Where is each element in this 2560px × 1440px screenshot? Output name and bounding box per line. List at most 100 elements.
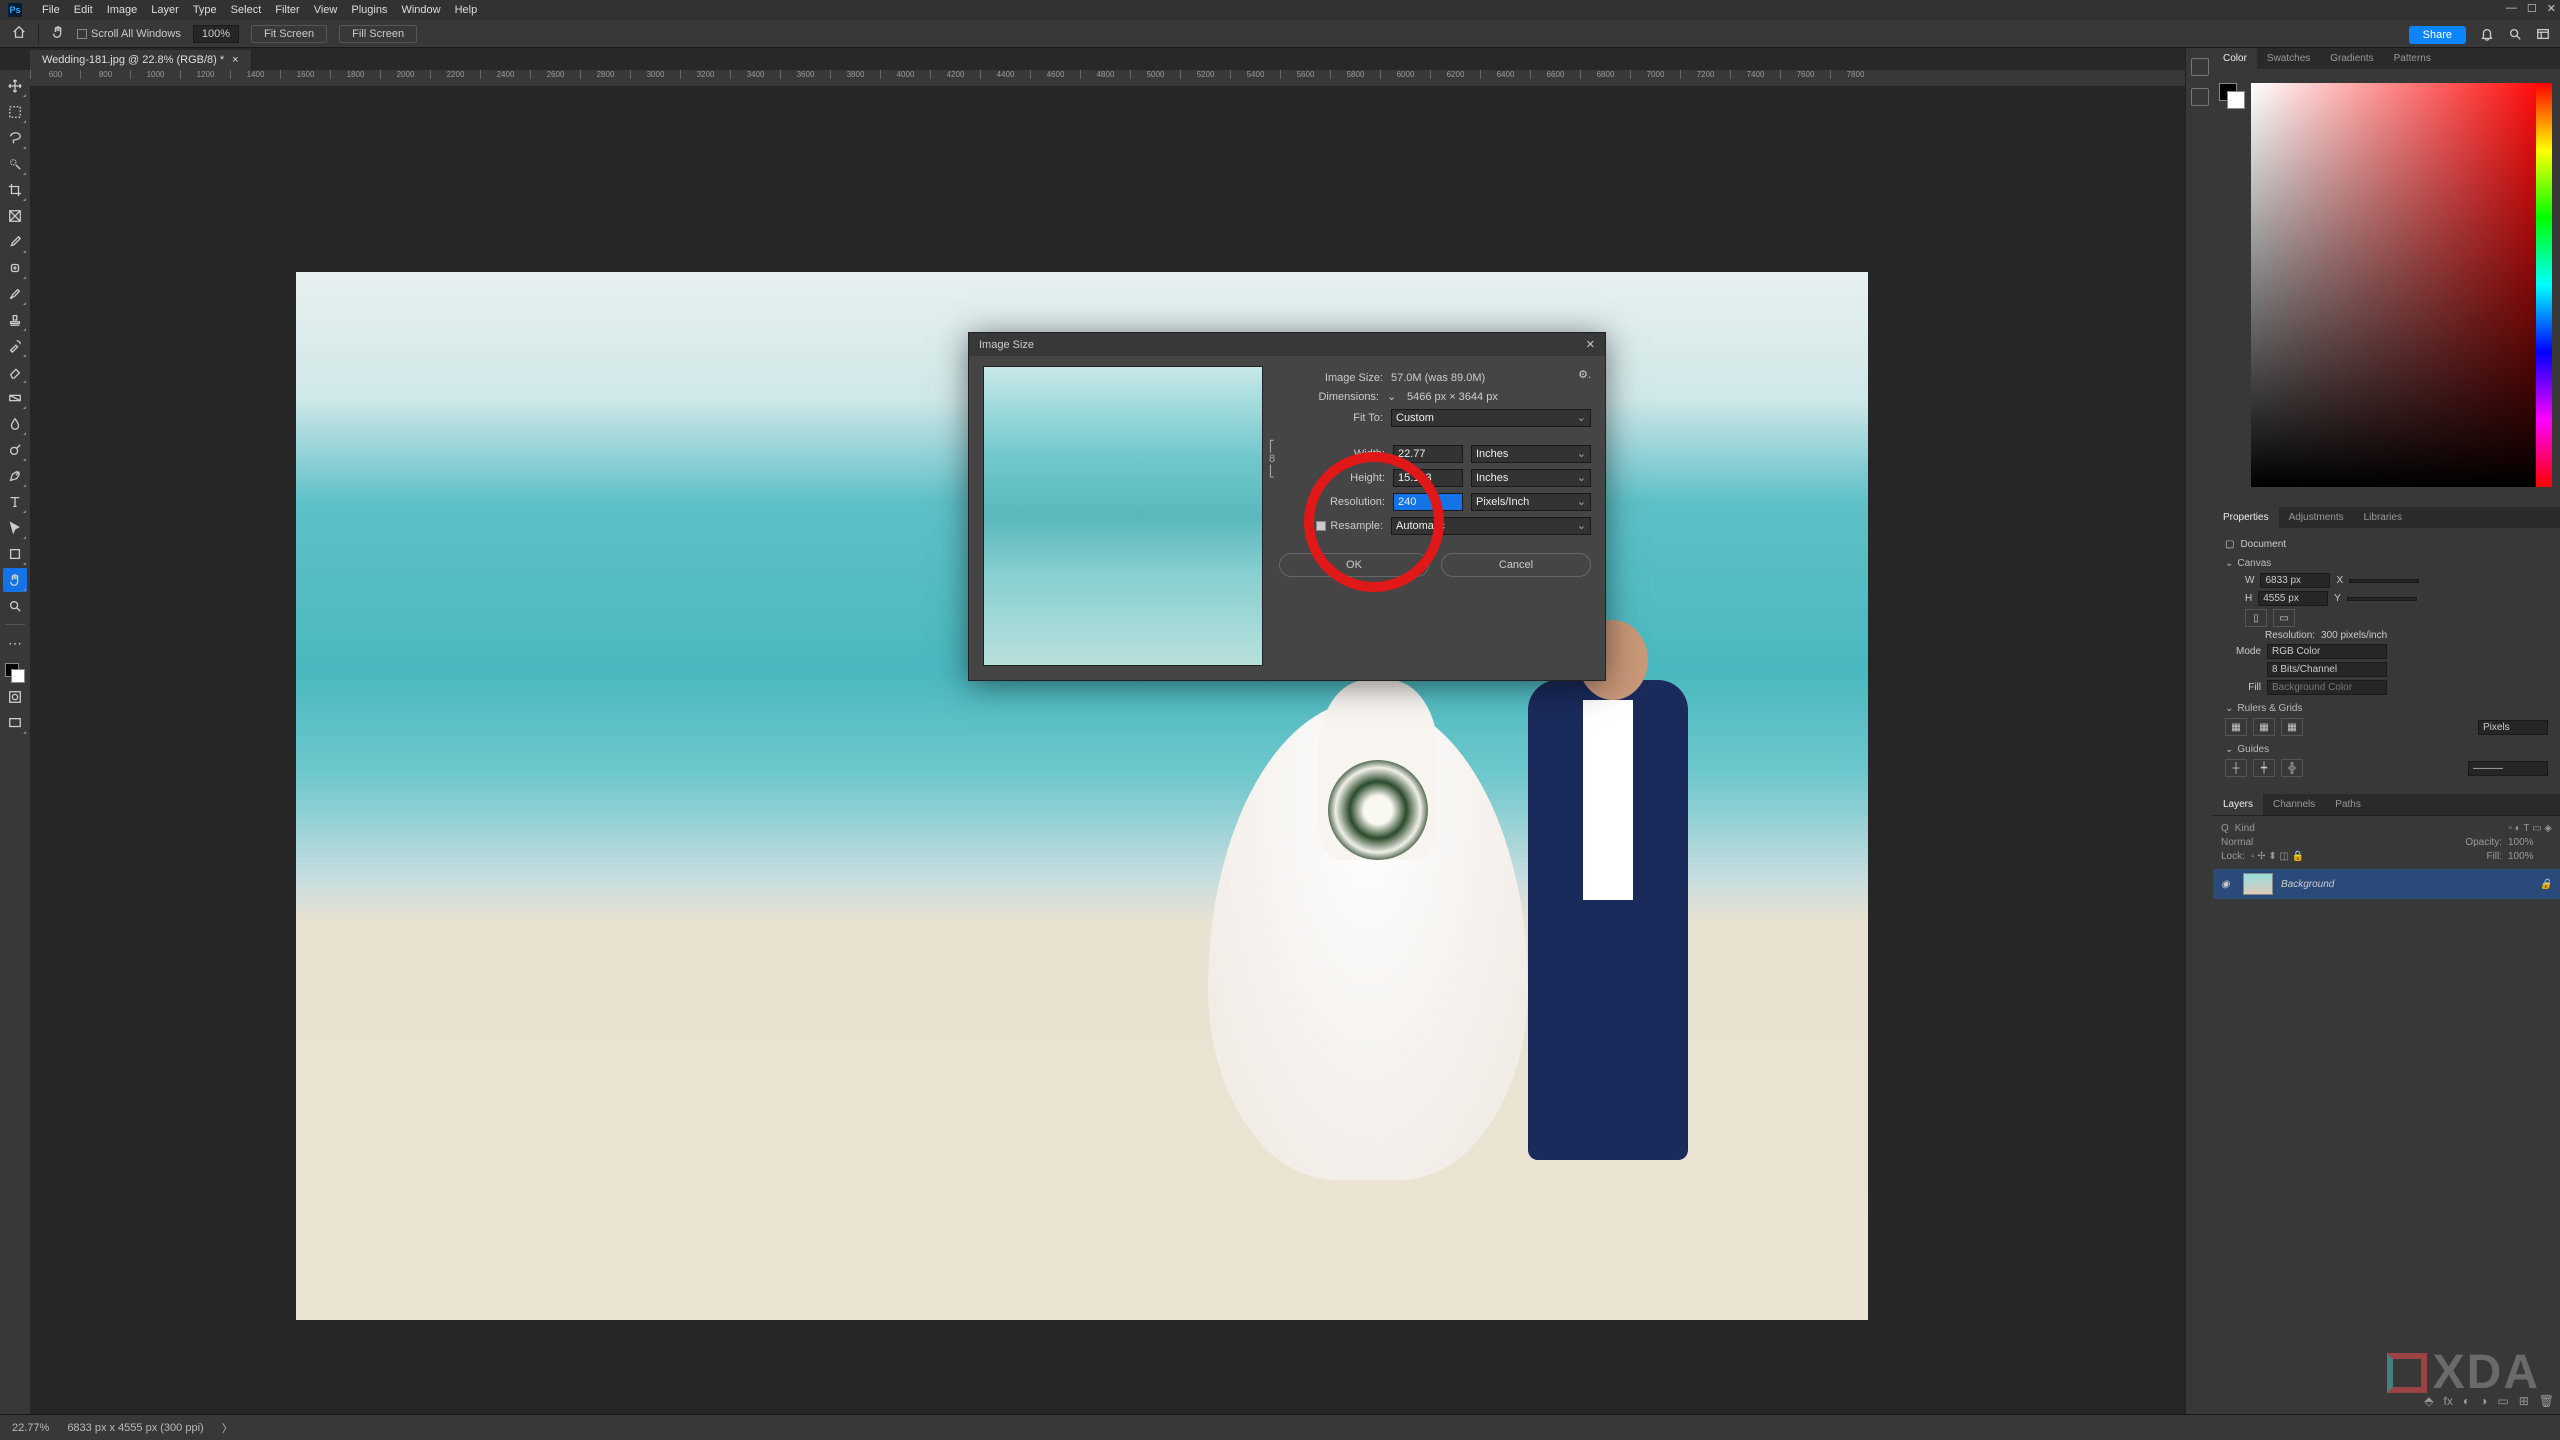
blur-tool[interactable]: [3, 412, 27, 436]
type-tool[interactable]: [3, 490, 27, 514]
height-units-select[interactable]: Inches: [1471, 469, 1591, 487]
close-icon[interactable]: ✕: [2547, 2, 2556, 15]
portrait-icon[interactable]: ▯: [2245, 609, 2267, 627]
menu-select[interactable]: Select: [231, 4, 262, 16]
tab-gradients[interactable]: Gradients: [2320, 48, 2383, 69]
workspace-icon[interactable]: [2536, 27, 2550, 44]
healing-tool[interactable]: [3, 256, 27, 280]
guide-icon[interactable]: ┿: [2253, 759, 2275, 777]
panel-icon[interactable]: [2191, 58, 2209, 76]
tab-adjustments[interactable]: Adjustments: [2279, 507, 2354, 528]
guide-icon[interactable]: ╬: [2281, 759, 2303, 777]
menu-edit[interactable]: Edit: [74, 4, 93, 16]
menu-layer[interactable]: Layer: [151, 4, 179, 16]
zoom-level-input[interactable]: 100%: [193, 25, 239, 43]
panel-icon[interactable]: [2191, 88, 2209, 106]
opacity-input[interactable]: 100%: [2508, 837, 2552, 848]
eraser-tool[interactable]: [3, 360, 27, 384]
width-input[interactable]: 22.77: [1393, 445, 1463, 463]
tab-color[interactable]: Color: [2213, 48, 2257, 69]
pen-tool[interactable]: [3, 464, 27, 488]
ruler-mode-icon[interactable]: ▦: [2225, 718, 2247, 736]
menu-plugins[interactable]: Plugins: [351, 4, 387, 16]
resolution-input[interactable]: 240: [1393, 493, 1463, 511]
resample-checkbox[interactable]: [1316, 521, 1326, 531]
path-select-tool[interactable]: [3, 516, 27, 540]
move-tool[interactable]: [3, 74, 27, 98]
menu-image[interactable]: Image: [107, 4, 138, 16]
menu-window[interactable]: Window: [401, 4, 440, 16]
hand-tool[interactable]: [3, 568, 27, 592]
status-dimensions[interactable]: 6833 px x 4555 px (300 ppi): [67, 1422, 203, 1434]
brush-tool[interactable]: [3, 282, 27, 306]
fit-screen-button[interactable]: Fit Screen: [251, 25, 327, 43]
menu-help[interactable]: Help: [455, 4, 478, 16]
menu-filter[interactable]: Filter: [275, 4, 299, 16]
layer-row[interactable]: ◉ Background 🔒: [2213, 869, 2560, 899]
gear-icon[interactable]: ⚙.: [1578, 368, 1591, 381]
menu-file[interactable]: File: [42, 4, 60, 16]
link-icon[interactable]: ⎡8⎣: [1269, 440, 1275, 478]
hue-slider[interactable]: [2536, 83, 2552, 487]
zoom-tool[interactable]: [3, 594, 27, 618]
stamp-tool[interactable]: [3, 308, 27, 332]
eyedropper-tool[interactable]: [3, 230, 27, 254]
tab-libraries[interactable]: Libraries: [2354, 507, 2412, 528]
document-tab[interactable]: Wedding-181.jpg @ 22.8% (RGB/8) * ×: [30, 50, 252, 70]
tab-properties[interactable]: Properties: [2213, 507, 2279, 528]
tab-close-icon[interactable]: ×: [232, 54, 238, 66]
hand-tool-icon[interactable]: [51, 25, 65, 42]
fit-to-select[interactable]: Custom: [1391, 409, 1591, 427]
canvas-x[interactable]: [2349, 579, 2419, 583]
guide-icon[interactable]: ┼: [2225, 759, 2247, 777]
minimize-icon[interactable]: —: [2506, 2, 2517, 15]
edit-toolbar-icon[interactable]: ⋯: [3, 631, 27, 655]
lasso-tool[interactable]: [3, 126, 27, 150]
bit-depth-select[interactable]: 8 Bits/Channel: [2267, 662, 2387, 677]
width-units-select[interactable]: Inches: [1471, 445, 1591, 463]
fill-select[interactable]: Background Color: [2267, 680, 2387, 695]
canvas-y[interactable]: [2347, 597, 2417, 601]
chevron-down-icon[interactable]: ⌄: [1387, 390, 1399, 403]
quick-mask-icon[interactable]: [3, 685, 27, 709]
quick-select-tool[interactable]: [3, 152, 27, 176]
resample-select[interactable]: Automatic: [1391, 517, 1591, 535]
screen-mode-icon[interactable]: [3, 711, 27, 735]
resolution-units-select[interactable]: Pixels/Inch: [1471, 493, 1591, 511]
grid-icon[interactable]: ▦: [2253, 718, 2275, 736]
color-field[interactable]: [2251, 83, 2551, 487]
ok-button[interactable]: OK: [1279, 553, 1429, 577]
canvas-height[interactable]: 4555 px: [2258, 591, 2328, 606]
ruler-units-select[interactable]: Pixels: [2478, 720, 2548, 735]
home-icon[interactable]: [12, 25, 26, 42]
menu-type[interactable]: Type: [193, 4, 217, 16]
fill-input[interactable]: 100%: [2508, 851, 2552, 862]
tab-swatches[interactable]: Swatches: [2257, 48, 2320, 69]
delete-layer-icon[interactable]: 🗑: [2539, 1394, 2554, 1408]
canvas-area[interactable]: [30, 86, 2185, 1414]
history-brush-tool[interactable]: [3, 334, 27, 358]
visibility-icon[interactable]: ◉: [2221, 879, 2235, 890]
shape-tool[interactable]: [3, 542, 27, 566]
share-button[interactable]: Share: [2409, 26, 2466, 44]
color-mode-select[interactable]: RGB Color: [2267, 644, 2387, 659]
canvas-width[interactable]: 6833 px: [2260, 573, 2330, 588]
landscape-icon[interactable]: ▭: [2273, 609, 2295, 627]
status-zoom[interactable]: 22.77%: [12, 1422, 49, 1434]
blend-mode-select[interactable]: Normal: [2221, 837, 2311, 848]
bell-icon[interactable]: [2480, 27, 2494, 44]
marquee-tool[interactable]: [3, 100, 27, 124]
dialog-close-icon[interactable]: ✕: [1586, 338, 1595, 351]
tab-layers[interactable]: Layers: [2213, 794, 2263, 815]
color-picker[interactable]: [2213, 69, 2560, 507]
color-swatches[interactable]: [5, 663, 25, 683]
fill-screen-button[interactable]: Fill Screen: [339, 25, 417, 43]
maximize-icon[interactable]: ☐: [2527, 2, 2537, 15]
guide-style[interactable]: ———: [2468, 761, 2548, 776]
frame-tool[interactable]: [3, 204, 27, 228]
tab-patterns[interactable]: Patterns: [2384, 48, 2441, 69]
cancel-button[interactable]: Cancel: [1441, 553, 1591, 577]
tab-paths[interactable]: Paths: [2325, 794, 2371, 815]
menu-view[interactable]: View: [314, 4, 338, 16]
tab-channels[interactable]: Channels: [2263, 794, 2325, 815]
